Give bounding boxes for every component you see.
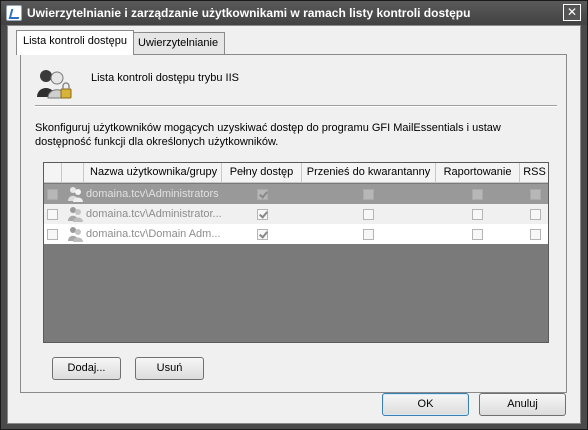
rss-checkbox[interactable] (530, 189, 541, 200)
window-title: Uwierzytelnianie i zarządzanie użytkowni… (27, 6, 471, 20)
app-icon (6, 5, 22, 21)
reporting-checkbox[interactable] (472, 209, 483, 220)
title-bar[interactable]: Uwierzytelnianie i zarządzanie użytkowni… (1, 1, 587, 25)
row-select-checkbox[interactable] (47, 229, 58, 240)
quarantine-checkbox[interactable] (363, 189, 374, 200)
user-name: domaina.tcv\Administrator... (86, 208, 222, 220)
tab-authentication[interactable]: Uwierzytelnianie (131, 32, 226, 54)
column-header-full-access[interactable]: Pełny dostęp (222, 163, 302, 183)
panel-heading: Lista kontroli dostępu trybu IIS (91, 72, 239, 84)
tab-acl[interactable]: Lista kontroli dostępu (16, 30, 134, 55)
quarantine-checkbox[interactable] (363, 209, 374, 220)
full-access-checkbox[interactable] (257, 209, 268, 220)
quarantine-checkbox[interactable] (363, 229, 374, 240)
column-header-icon[interactable] (62, 163, 84, 183)
close-button[interactable]: ✕ (563, 4, 581, 21)
ok-button[interactable]: OK (382, 393, 469, 416)
table-row[interactable]: domaina.tcv\Administrators (44, 184, 548, 204)
header-separator (35, 105, 557, 107)
cancel-button[interactable]: Anuluj (479, 393, 566, 416)
row-select-checkbox[interactable] (47, 209, 58, 220)
full-access-checkbox[interactable] (257, 229, 268, 240)
reporting-checkbox[interactable] (472, 189, 483, 200)
user-group-icon (68, 207, 83, 222)
column-header-select[interactable] (44, 163, 62, 183)
list-header: Nazwa użytkownika/grupy Pełny dostęp Prz… (44, 163, 548, 183)
dialog-window: Uwierzytelnianie i zarządzanie użytkowni… (0, 0, 588, 430)
acl-user-list[interactable]: Nazwa użytkownika/grupy Pełny dostęp Prz… (43, 162, 549, 343)
rss-checkbox[interactable] (530, 209, 541, 220)
users-lock-icon (37, 70, 72, 99)
dialog-client-area: Lista kontroli dostępu Uwierzytelnianie … (7, 25, 581, 424)
tab-panel-acl: Lista kontroli dostępu trybu IIS Skonfig… (20, 54, 567, 393)
user-group-icon (68, 227, 83, 242)
column-header-quarantine[interactable]: Przenieś do kwarantanny (302, 163, 436, 183)
remove-button[interactable]: Usuń (135, 357, 204, 380)
reporting-checkbox[interactable] (472, 229, 483, 240)
panel-description: Skonfiguruj użytkowników mogących uzyski… (35, 122, 501, 148)
user-name: domaina.tcv\Domain Adm... (86, 228, 221, 240)
user-group-icon (68, 187, 83, 202)
add-button[interactable]: Dodaj... (52, 357, 121, 380)
table-row[interactable]: domaina.tcv\Administrator... (44, 204, 548, 224)
rss-checkbox[interactable] (530, 229, 541, 240)
column-header-user[interactable]: Nazwa użytkownika/grupy (84, 163, 222, 183)
full-access-checkbox[interactable] (257, 189, 268, 200)
row-select-checkbox[interactable] (47, 189, 58, 200)
table-row[interactable]: domaina.tcv\Domain Adm... (44, 224, 548, 244)
user-name: domaina.tcv\Administrators (86, 188, 219, 200)
column-header-reporting[interactable]: Raportowanie (436, 163, 520, 183)
column-header-rss[interactable]: RSS (520, 163, 548, 183)
